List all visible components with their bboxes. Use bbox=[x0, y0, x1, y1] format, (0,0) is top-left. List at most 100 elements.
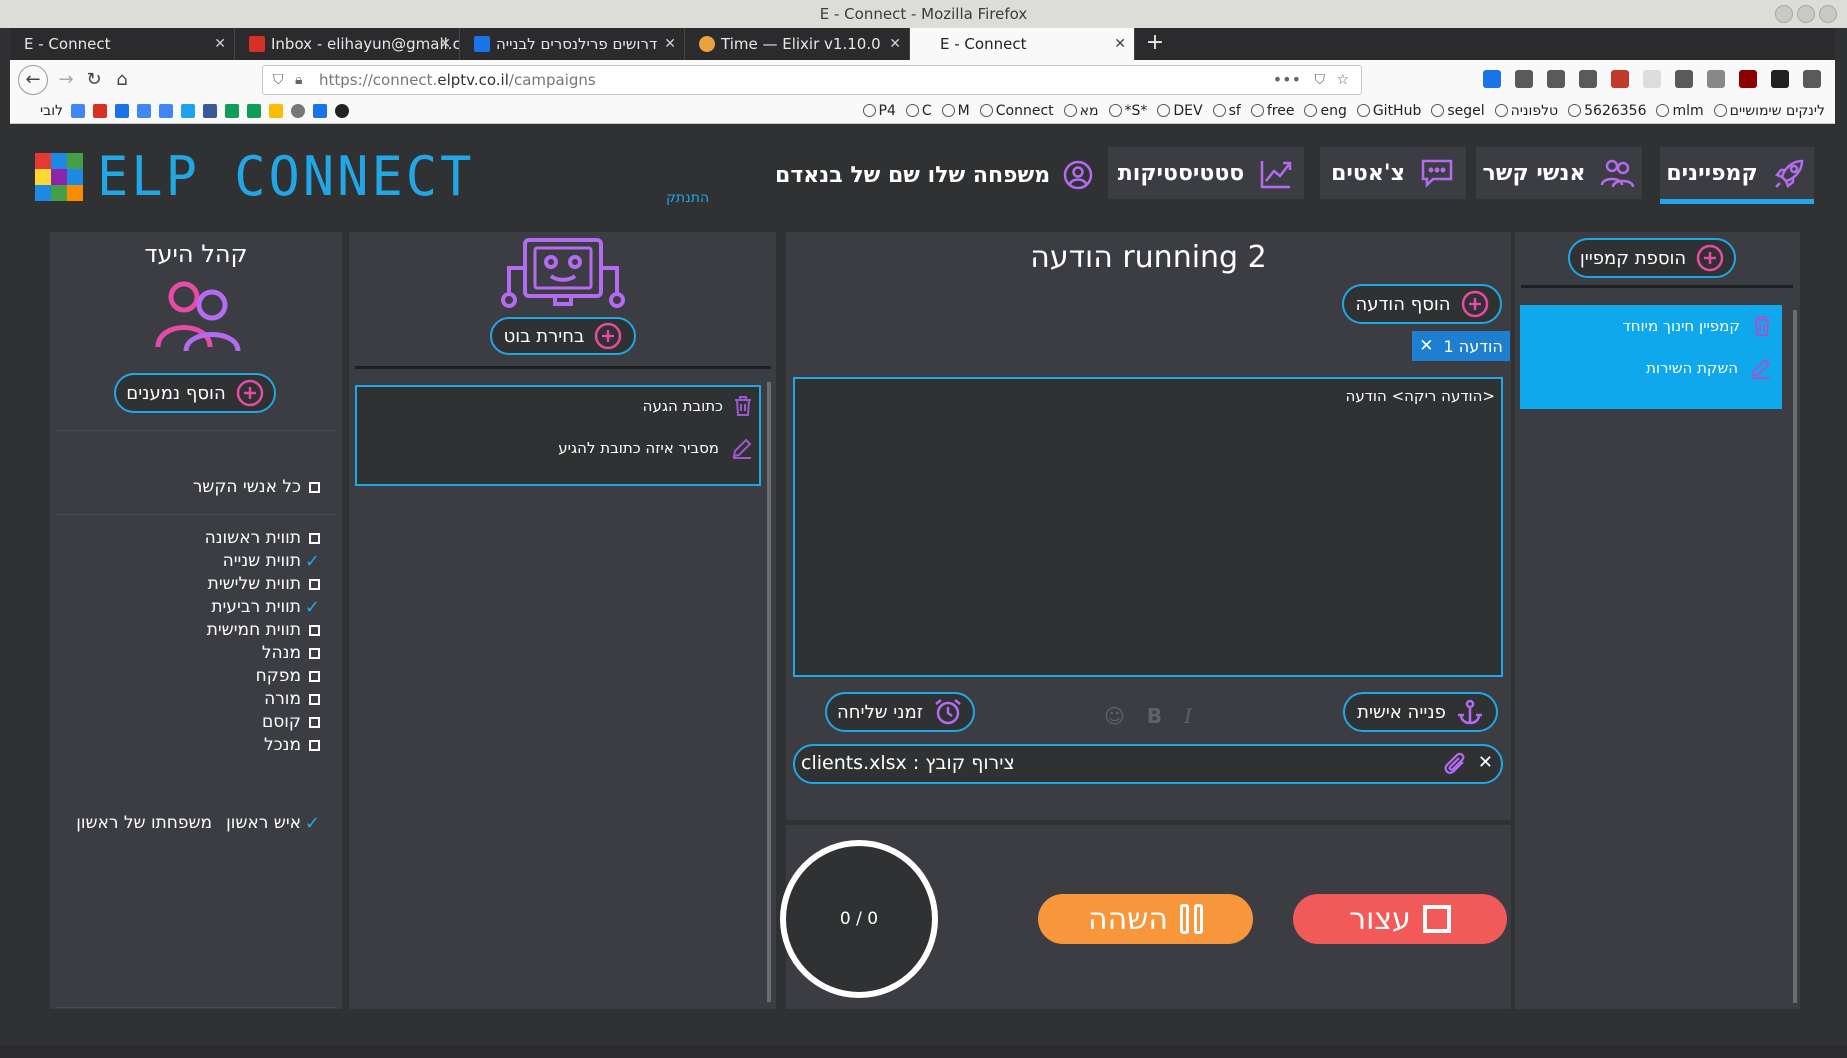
tab-contacts[interactable]: אנשי קשר bbox=[1476, 147, 1642, 199]
bookmark-item[interactable]: GitHub bbox=[1356, 103, 1421, 119]
bookmark-icon[interactable] bbox=[313, 104, 327, 118]
attachment-field[interactable]: צירוף קובץ : clients.xlsx ✕ bbox=[793, 744, 1503, 784]
close-icon[interactable]: ✕ bbox=[1419, 336, 1433, 356]
account-icon[interactable] bbox=[1579, 70, 1597, 88]
personal-address-button[interactable]: פנייה אישית bbox=[1343, 692, 1498, 732]
emoji-icon[interactable]: ☺ bbox=[1104, 704, 1125, 728]
add-message-button[interactable]: הוסף הודעה bbox=[1342, 284, 1502, 324]
bot-item-card[interactable]: כתובת הגעה מסביר איזה כתובת להגיע bbox=[355, 385, 761, 486]
tab-campaigns[interactable]: קמפיינים bbox=[1660, 147, 1814, 204]
twitter-icon[interactable] bbox=[181, 104, 195, 118]
google-icon[interactable] bbox=[71, 104, 85, 118]
library-icon[interactable] bbox=[1515, 70, 1533, 88]
all-contacts-checkbox[interactable]: כל אנשי הקשר bbox=[193, 477, 320, 497]
browser-tab[interactable]: דרושים פרילנסרים לבנייה ✕ bbox=[460, 28, 685, 60]
send-times-button[interactable]: זמני שליחה bbox=[825, 692, 975, 732]
scrollbar[interactable] bbox=[767, 382, 771, 1002]
paperclip-icon[interactable] bbox=[1443, 751, 1469, 777]
browser-tab-active[interactable]: E - Connect ✕ bbox=[910, 28, 1135, 60]
extension-icon[interactable] bbox=[1707, 70, 1725, 88]
tag-checkbox[interactable]: מנכל bbox=[264, 735, 320, 755]
pocket-icon[interactable]: ⛉ bbox=[1315, 66, 1326, 94]
tag-checkbox[interactable]: מנהל bbox=[262, 643, 320, 663]
new-tab-button[interactable]: + bbox=[1135, 28, 1175, 60]
close-icon[interactable] bbox=[1819, 5, 1837, 23]
docs-icon[interactable] bbox=[159, 104, 173, 118]
campaign-item[interactable]: קמפיין חינוך מיוחד bbox=[1623, 315, 1772, 337]
github-icon[interactable] bbox=[335, 104, 349, 118]
close-icon[interactable]: ✕ bbox=[1478, 752, 1493, 773]
bookmark-star-icon[interactable]: ☆ bbox=[1336, 66, 1349, 94]
extension-icon[interactable] bbox=[1611, 70, 1629, 88]
facebook-icon[interactable] bbox=[203, 104, 217, 118]
bookmark-item[interactable]: P4 bbox=[862, 103, 896, 119]
bookmark-item[interactable]: *S* bbox=[1108, 103, 1147, 119]
tab-close-icon[interactable]: ✕ bbox=[439, 28, 451, 60]
download-icon[interactable] bbox=[1483, 70, 1501, 88]
message-chip[interactable]: הודעה 1 ✕ bbox=[1412, 331, 1510, 361]
tab-close-icon[interactable]: ✕ bbox=[889, 28, 901, 60]
bookmark-item[interactable]: segel bbox=[1431, 103, 1485, 119]
pencil-icon[interactable] bbox=[731, 437, 753, 459]
bookmark-item[interactable]: M bbox=[941, 103, 970, 119]
bold-icon[interactable]: B bbox=[1147, 704, 1162, 728]
tab-close-icon[interactable]: ✕ bbox=[664, 28, 676, 60]
tab-statistics[interactable]: סטטיסטיקות bbox=[1108, 147, 1304, 199]
drive-icon[interactable] bbox=[269, 104, 283, 118]
minimize-icon[interactable] bbox=[1775, 5, 1793, 23]
logo[interactable]: ELP CONNECT bbox=[35, 146, 474, 209]
bookmark-item[interactable]: sf bbox=[1212, 103, 1241, 119]
logout-link[interactable]: התנתק bbox=[666, 190, 709, 206]
maximize-icon[interactable] bbox=[1797, 5, 1815, 23]
tag-checkbox[interactable]: תווית שלישית bbox=[208, 574, 320, 594]
translate-icon[interactable] bbox=[137, 104, 151, 118]
bookmark-item[interactable]: מא bbox=[1063, 103, 1099, 119]
italic-icon[interactable]: I bbox=[1184, 704, 1192, 728]
trash-icon[interactable] bbox=[1752, 315, 1772, 337]
sidebar-icon[interactable] bbox=[1547, 70, 1565, 88]
lock-icon[interactable]: 🔒︎ bbox=[295, 66, 302, 94]
tag-checkbox[interactable]: תווית חמישית bbox=[207, 620, 320, 640]
add-campaign-button[interactable]: הוספת קמפיין bbox=[1568, 238, 1736, 278]
trash-icon[interactable] bbox=[733, 395, 753, 417]
bookmark-item[interactable]: mlm bbox=[1656, 103, 1704, 119]
calendar-icon[interactable] bbox=[115, 104, 129, 118]
sheets-icon[interactable] bbox=[225, 104, 239, 118]
bookmark-item[interactable]: C bbox=[905, 103, 932, 119]
home-icon[interactable]: ⌂ bbox=[110, 68, 134, 92]
browser-tab[interactable]: Inbox - elihayun@gmail.c ✕ bbox=[235, 28, 460, 60]
tag-checkbox[interactable]: מפקח bbox=[256, 666, 320, 686]
stop-button[interactable]: עצור bbox=[1293, 894, 1507, 944]
globe-icon[interactable] bbox=[291, 104, 305, 118]
tag-checkbox[interactable]: קוסם bbox=[262, 712, 320, 732]
choose-bot-button[interactable]: בחירת בוט bbox=[490, 317, 636, 355]
browser-tab[interactable]: Time — Elixir v1.10.0 ✕ bbox=[685, 28, 910, 60]
gmail-icon[interactable] bbox=[93, 104, 107, 118]
person-checkbox[interactable]: ✓ איש ראשון משפחתו של ראשון bbox=[76, 813, 320, 833]
extension-icon[interactable] bbox=[1675, 70, 1693, 88]
tag-checkbox[interactable]: תווית ראשונה bbox=[205, 528, 320, 548]
pause-button[interactable]: השהה bbox=[1038, 894, 1253, 944]
browser-tab[interactable]: E - Connect ✕ bbox=[10, 28, 235, 60]
bookmark-item[interactable]: DEV bbox=[1157, 103, 1203, 119]
message-editor[interactable]: <הודעה ריקה> הודעה bbox=[793, 377, 1503, 677]
bookmark-item[interactable]: טלפוניה bbox=[1494, 103, 1558, 119]
add-recipients-button[interactable]: הוסף נמענים bbox=[114, 373, 276, 413]
pencil-icon[interactable] bbox=[1750, 357, 1772, 379]
more-icon[interactable]: ••• bbox=[1273, 66, 1301, 94]
shield-icon[interactable]: ⛉ bbox=[273, 66, 284, 94]
scrollbar[interactable] bbox=[1793, 310, 1797, 1003]
forward-arrow-icon[interactable]: → bbox=[54, 68, 78, 92]
bookmark-lobby[interactable]: לובי bbox=[40, 103, 63, 119]
extension-icon[interactable] bbox=[1771, 70, 1789, 88]
tab-close-icon[interactable]: ✕ bbox=[1114, 28, 1126, 60]
tag-checkbox[interactable]: ✓ תווית שנייה bbox=[223, 551, 320, 571]
reload-icon[interactable]: ↻ bbox=[82, 68, 106, 92]
url-bar[interactable]: ⛉ 🔒︎ https://connect.elptv.co.il/campaig… bbox=[262, 65, 1362, 95]
bookmark-item[interactable]: לינקים שימושיים bbox=[1713, 103, 1825, 119]
extension-icon[interactable] bbox=[1643, 70, 1661, 88]
tag-checkbox[interactable]: ✓ תווית רביעית bbox=[211, 597, 320, 617]
tab-chats[interactable]: צ'אטים bbox=[1320, 147, 1466, 199]
ublock-icon[interactable] bbox=[1739, 70, 1757, 88]
bookmark-item[interactable]: eng bbox=[1304, 103, 1347, 119]
